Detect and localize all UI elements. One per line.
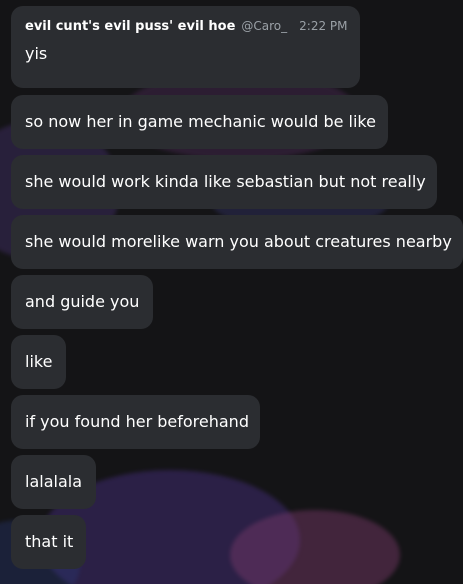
message-text: yis <box>25 44 48 63</box>
message-text: she would morelike warn you about creatu… <box>25 232 452 251</box>
user-handle: @Caro_ <box>241 19 288 33</box>
message-text: lalalala <box>25 472 82 491</box>
message-bubble[interactable]: so now her in game mechanic would be lik… <box>11 95 388 149</box>
message-text: so now her in game mechanic would be lik… <box>25 112 376 131</box>
message-bubble[interactable]: she would work kinda like sebastian but … <box>11 155 437 209</box>
message-bubble[interactable]: if you found her beforehand <box>11 395 260 449</box>
username[interactable]: evil cunt's evil puss' evil hoe <box>25 17 235 37</box>
timestamp: 2:22 PM <box>299 19 348 33</box>
message-text: she would work kinda like sebastian but … <box>25 172 426 191</box>
message-text: if you found her beforehand <box>25 412 249 431</box>
message-bubble[interactable]: that it <box>11 515 86 569</box>
message-bubble[interactable]: like <box>11 335 66 389</box>
message-text: that it <box>25 532 74 551</box>
message-bubble[interactable]: she would morelike warn you about creatu… <box>11 215 463 269</box>
message-bubble[interactable]: and guide you <box>11 275 153 329</box>
message-text: and guide you <box>25 292 140 311</box>
message-group[interactable]: evil cunt's evil puss' evil hoe @Caro_ 2… <box>11 6 360 88</box>
message-text: like <box>25 352 53 371</box>
message-header: evil cunt's evil puss' evil hoe @Caro_ 2… <box>25 16 348 38</box>
message-bubble[interactable]: lalalala <box>11 455 96 509</box>
